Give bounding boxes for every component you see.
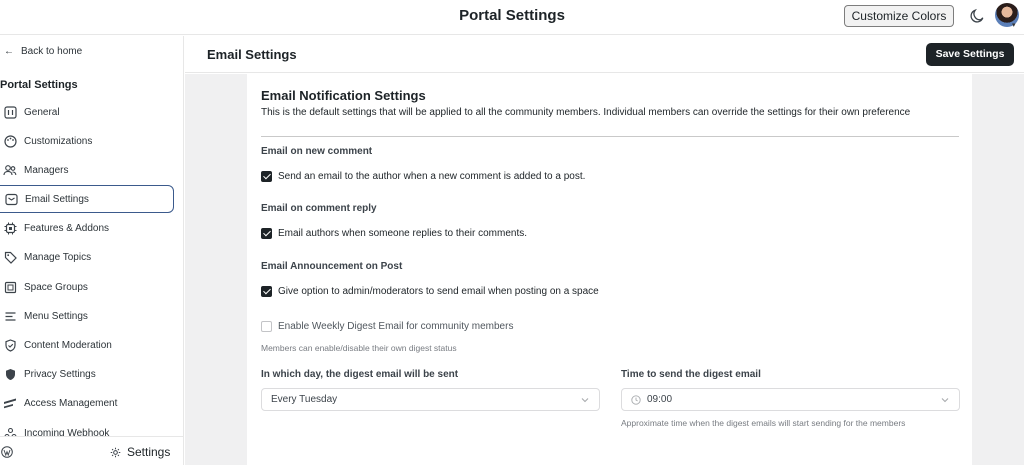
save-settings-button[interactable]: Save Settings [926,43,1014,66]
palette-icon [3,134,17,148]
checkbox-new-comment[interactable] [261,171,272,182]
sidebar-item-general[interactable]: General [0,98,174,126]
checkbox-label: Send an email to the author when a new c… [278,171,586,182]
sidebar-item-access-management[interactable]: Access Management [0,389,174,417]
content-area: Email Notification Settings This is the … [185,74,1024,465]
users-icon [3,163,17,177]
general-icon [3,105,17,119]
sidebar-item-label: Email Settings [25,193,89,205]
weekly-digest-checkbox-row[interactable]: Enable Weekly Digest Email for community… [261,321,513,332]
access-icon [3,396,17,410]
card-title: Email Notification Settings [261,88,426,103]
sidebar-item-label: Privacy Settings [24,368,96,380]
back-label: Back to home [21,46,83,57]
checkbox-label: Give option to admin/moderators to send … [278,286,599,297]
new-comment-checkbox-row[interactable]: Send an email to the author when a new c… [261,171,585,182]
main-header: Email Settings Save Settings [185,36,1024,73]
divider [261,136,959,137]
digest-hint: Members can enable/disable their own dig… [261,343,457,353]
sidebar-item-menu-settings[interactable]: Menu Settings [0,302,174,330]
sidebar-item-label: Access Management [24,397,118,409]
announcement-checkbox-row[interactable]: Give option to admin/moderators to send … [261,286,599,297]
clock-icon [631,394,641,405]
digest-day-select[interactable]: Every Tuesday [261,388,600,411]
sidebar-item-customizations[interactable]: Customizations [0,127,174,155]
card-description: This is the default settings that will b… [261,107,911,118]
section-label-announcement: Email Announcement on Post [261,261,403,272]
sidebar-item-label: Managers [24,164,69,176]
sidebar-item-label: Manage Topics [24,251,92,263]
tag-icon [3,250,17,264]
checkbox-announcement[interactable] [261,286,272,297]
checkbox-label: Email authors when someone replies to th… [278,228,528,239]
sidebar-item-manage-topics[interactable]: Manage Topics [0,243,174,271]
comment-reply-checkbox-row[interactable]: Email authors when someone replies to th… [261,228,527,239]
section-label-comment-reply: Email on comment reply [261,203,377,214]
sidebar-item-privacy-settings[interactable]: Privacy Settings [0,360,174,388]
menu-icon [3,309,17,323]
sidebar-item-label: General [24,106,60,118]
chevron-down-icon [941,398,949,403]
customize-colors-button[interactable]: Customize Colors [844,5,954,27]
digest-day-label: In which day, the digest email will be s… [261,369,459,380]
settings-card: Email Notification Settings This is the … [247,74,972,465]
sidebar-item-label: Content Moderation [24,339,112,351]
arrow-left-icon: ← [4,46,14,57]
wordpress-icon[interactable] [1,446,13,458]
digest-time-value: 09:00 [647,394,673,405]
layers-icon [3,280,17,294]
checkbox-comment-reply[interactable] [261,228,272,239]
chevron-down-icon [581,398,589,403]
digest-time-hint: Approximate time when the digest emails … [621,418,906,428]
sidebar-item-label: Customizations [24,135,93,147]
sidebar-item-managers[interactable]: Managers [0,156,174,184]
checkbox-label: Enable Weekly Digest Email for community… [278,321,514,332]
sidebar-heading: Portal Settings [0,79,78,91]
sidebar-item-label: Menu Settings [24,310,88,322]
sidebar-item-email-settings[interactable]: Email Settings [0,185,174,213]
digest-day-value: Every Tuesday [271,394,338,405]
chip-icon [3,221,17,235]
section-title: Email Settings [207,47,297,62]
sidebar-item-content-moderation[interactable]: Content Moderation [0,331,174,359]
top-bar: Portal Settings Customize Colors ▾ [0,0,1024,35]
gear-icon [110,447,121,457]
sidebar-footer: Settings [0,436,183,465]
checkbox-weekly-digest[interactable] [261,321,272,332]
digest-time-label: Time to send the digest email [621,369,761,380]
shield-icon [3,367,17,381]
digest-time-select[interactable]: 09:00 [621,388,960,411]
settings-label: Settings [127,445,171,459]
section-label-new-comment: Email on new comment [261,146,373,157]
chevron-down-icon[interactable]: ▾ [1012,21,1020,29]
moon-icon[interactable] [969,8,985,24]
mail-icon [4,192,18,206]
sidebar: ← Back to home Portal Settings General Cu… [0,36,184,465]
shield-check-icon [3,338,17,352]
sidebar-item-label: Space Groups [24,281,88,293]
sidebar-item-space-groups[interactable]: Space Groups [0,273,174,301]
sidebar-item-label: Features & Addons [24,222,110,234]
sidebar-item-features-addons[interactable]: Features & Addons [0,214,174,242]
back-to-home-link[interactable]: ← Back to home [4,46,82,57]
settings-link[interactable]: Settings [110,445,170,459]
